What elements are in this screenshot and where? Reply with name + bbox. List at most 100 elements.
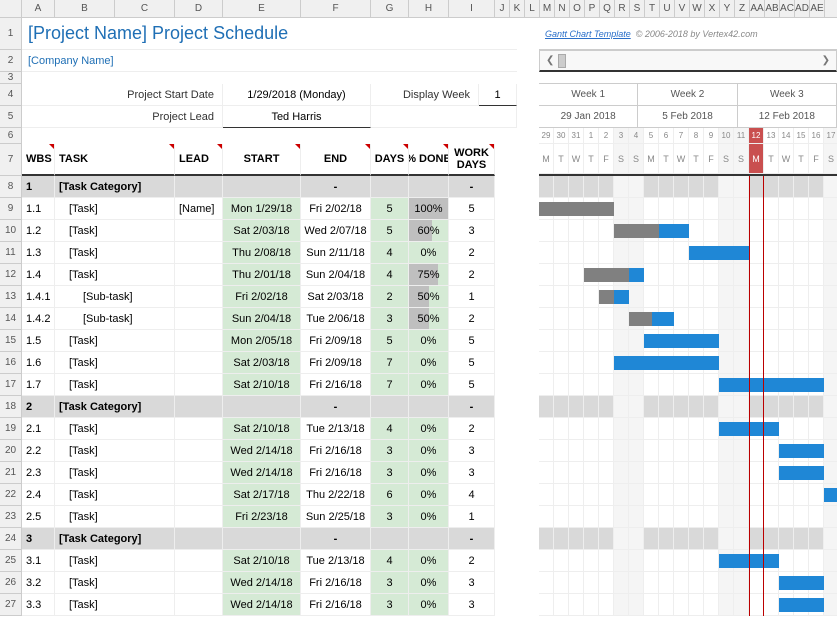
cell-done[interactable]: 50% bbox=[409, 286, 449, 308]
cell-wbs[interactable]: 1 bbox=[22, 176, 55, 198]
cell-days[interactable]: 5 bbox=[371, 198, 409, 220]
cell-end[interactable]: Sun 2/11/18 bbox=[301, 242, 371, 264]
cell-done[interactable] bbox=[409, 528, 449, 550]
col-header[interactable]: AE bbox=[810, 0, 825, 17]
cell-done[interactable]: 0% bbox=[409, 440, 449, 462]
cell-work[interactable]: 2 bbox=[449, 264, 495, 286]
table-row[interactable]: 253.1[Task]Sat 2/10/18Tue 2/13/1840%2 bbox=[0, 550, 837, 572]
table-row[interactable]: 232.5[Task]Fri 2/23/18Sun 2/25/1830%1 bbox=[0, 506, 837, 528]
cell-work[interactable]: - bbox=[449, 396, 495, 418]
cell-work[interactable]: 3 bbox=[449, 594, 495, 616]
cell-done[interactable]: 0% bbox=[409, 550, 449, 572]
cell-work[interactable]: 3 bbox=[449, 220, 495, 242]
gantt-bar[interactable] bbox=[824, 488, 837, 502]
gantt-bar[interactable] bbox=[719, 554, 779, 568]
col-header[interactable]: AC bbox=[780, 0, 795, 17]
cell-lead[interactable] bbox=[175, 396, 223, 418]
header-task[interactable]: TASK bbox=[55, 144, 175, 176]
cell-end[interactable]: Wed 2/07/18 bbox=[301, 220, 371, 242]
cell-wbs[interactable]: 1.4.1 bbox=[22, 286, 55, 308]
cell-done[interactable]: 0% bbox=[409, 572, 449, 594]
cell-task[interactable]: [Task Category] bbox=[55, 396, 175, 418]
table-row[interactable]: 91.1[Task][Name]Mon 1/29/18Fri 2/02/1851… bbox=[0, 198, 837, 220]
cell-days[interactable]: 3 bbox=[371, 308, 409, 330]
display-week-value[interactable]: 1 bbox=[479, 84, 517, 106]
cell-days[interactable]: 2 bbox=[371, 286, 409, 308]
cell-work[interactable]: 2 bbox=[449, 418, 495, 440]
cell-start[interactable] bbox=[223, 396, 301, 418]
col-header[interactable]: Z bbox=[735, 0, 750, 17]
col-header[interactable]: E bbox=[223, 0, 301, 17]
cell-task[interactable]: [Task] bbox=[55, 418, 175, 440]
cell-wbs[interactable]: 1.2 bbox=[22, 220, 55, 242]
cell-days[interactable] bbox=[371, 176, 409, 198]
cell-start[interactable]: Sat 2/03/18 bbox=[223, 220, 301, 242]
cell-done[interactable]: 0% bbox=[409, 352, 449, 374]
cell-work[interactable]: 3 bbox=[449, 462, 495, 484]
col-header[interactable]: S bbox=[630, 0, 645, 17]
cell-start[interactable]: Thu 2/08/18 bbox=[223, 242, 301, 264]
cell-start[interactable]: Wed 2/14/18 bbox=[223, 440, 301, 462]
cell-lead[interactable] bbox=[175, 484, 223, 506]
cell-end[interactable]: - bbox=[301, 528, 371, 550]
cell-lead[interactable] bbox=[175, 528, 223, 550]
cell-task[interactable]: [Task] bbox=[55, 572, 175, 594]
col-header[interactable]: M bbox=[540, 0, 555, 17]
cell-wbs[interactable]: 3.2 bbox=[22, 572, 55, 594]
cell-days[interactable]: 3 bbox=[371, 506, 409, 528]
cell-wbs[interactable]: 1.4.2 bbox=[22, 308, 55, 330]
gantt-bar[interactable] bbox=[779, 466, 824, 480]
cell-task[interactable]: [Task] bbox=[55, 330, 175, 352]
cell-lead[interactable] bbox=[175, 308, 223, 330]
cell-days[interactable]: 4 bbox=[371, 418, 409, 440]
cell-end[interactable]: Sun 2/25/18 bbox=[301, 506, 371, 528]
col-header[interactable]: O bbox=[570, 0, 585, 17]
cell-done[interactable]: 0% bbox=[409, 330, 449, 352]
cell-wbs[interactable]: 2.4 bbox=[22, 484, 55, 506]
cell-days[interactable]: 3 bbox=[371, 462, 409, 484]
cell-lead[interactable] bbox=[175, 176, 223, 198]
table-row[interactable]: 151.5[Task]Mon 2/05/18Fri 2/09/1850%5 bbox=[0, 330, 837, 352]
cell-start[interactable]: Wed 2/14/18 bbox=[223, 572, 301, 594]
cell-start[interactable]: Mon 1/29/18 bbox=[223, 198, 301, 220]
header-done[interactable]: % DONE bbox=[409, 144, 449, 176]
col-header[interactable]: J bbox=[495, 0, 510, 17]
cell-days[interactable]: 3 bbox=[371, 572, 409, 594]
gantt-bar[interactable] bbox=[584, 268, 644, 282]
cell-days[interactable]: 5 bbox=[371, 220, 409, 242]
table-row[interactable]: 273.3[Task]Wed 2/14/18Fri 2/16/1830%3 bbox=[0, 594, 837, 616]
cell-start[interactable]: Wed 2/14/18 bbox=[223, 594, 301, 616]
cell-wbs[interactable]: 1.6 bbox=[22, 352, 55, 374]
cell-work[interactable]: 1 bbox=[449, 286, 495, 308]
cell-wbs[interactable]: 3.3 bbox=[22, 594, 55, 616]
table-row[interactable]: 131.4.1[Sub-task]Fri 2/02/18Sat 2/03/182… bbox=[0, 286, 837, 308]
cell-done[interactable]: 0% bbox=[409, 418, 449, 440]
cell-wbs[interactable]: 3.1 bbox=[22, 550, 55, 572]
header-lead[interactable]: LEAD bbox=[175, 144, 223, 176]
cell-task[interactable]: [Sub-task] bbox=[55, 308, 175, 330]
cell-work[interactable]: 5 bbox=[449, 352, 495, 374]
cell-done[interactable]: 0% bbox=[409, 242, 449, 264]
cell-done[interactable]: 0% bbox=[409, 484, 449, 506]
cell-end[interactable]: Tue 2/13/18 bbox=[301, 418, 371, 440]
cell-start[interactable]: Sun 2/04/18 bbox=[223, 308, 301, 330]
cell-lead[interactable] bbox=[175, 286, 223, 308]
cell-wbs[interactable]: 3 bbox=[22, 528, 55, 550]
cell-task[interactable]: [Task] bbox=[55, 462, 175, 484]
cell-wbs[interactable]: 2.5 bbox=[22, 506, 55, 528]
cell-wbs[interactable]: 1.5 bbox=[22, 330, 55, 352]
cell-done[interactable]: 0% bbox=[409, 506, 449, 528]
cell-work[interactable]: 4 bbox=[449, 484, 495, 506]
col-header[interactable]: V bbox=[675, 0, 690, 17]
cell-wbs[interactable]: 2 bbox=[22, 396, 55, 418]
cell-days[interactable]: 4 bbox=[371, 550, 409, 572]
table-row[interactable]: 161.6[Task]Sat 2/03/18Fri 2/09/1870%5 bbox=[0, 352, 837, 374]
cell-work[interactable]: 3 bbox=[449, 572, 495, 594]
cell-done[interactable]: 75% bbox=[409, 264, 449, 286]
cell-lead[interactable] bbox=[175, 220, 223, 242]
cell-end[interactable]: Sat 2/03/18 bbox=[301, 286, 371, 308]
col-header[interactable]: F bbox=[301, 0, 371, 17]
template-link[interactable]: Gantt Chart Template bbox=[545, 29, 631, 39]
cell-work[interactable]: 2 bbox=[449, 308, 495, 330]
cell-work[interactable]: - bbox=[449, 176, 495, 198]
